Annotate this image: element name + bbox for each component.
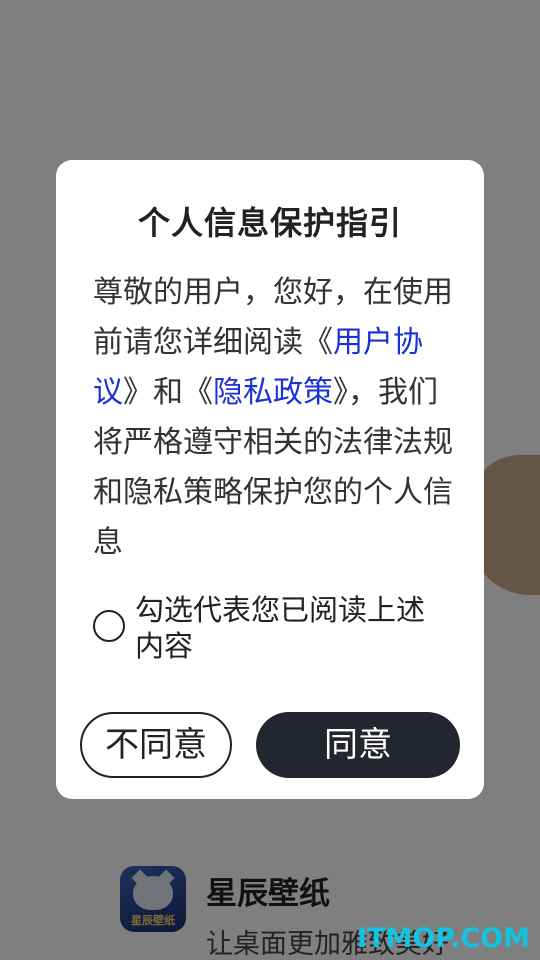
watermark: ITMOP.COM (356, 923, 530, 954)
consent-radio-icon[interactable] (93, 610, 125, 642)
privacy-policy-link[interactable]: 隐私政策 (213, 375, 333, 410)
dialog-body: 尊敬的用户，您好，在使用前请您详细阅读《用户协议》和《隐私政策》，我们将严格遵守… (93, 268, 453, 568)
dialog-title: 个人信息保护指引 (137, 204, 402, 242)
disagree-button[interactable]: 不同意 (80, 712, 232, 778)
body-mid-text: 》和《 (123, 375, 213, 410)
splash-screen: 星辰壁纸 星辰壁纸 让桌面更加雅致美好 个人信息保护指引 尊敬的用户，您好，在使… (0, 0, 540, 960)
consent-checkbox-row[interactable]: 勾选代表您已阅读上述内容 (93, 592, 453, 668)
consent-label: 勾选代表您已阅读上述内容 (135, 593, 426, 663)
agree-button[interactable]: 同意 (256, 712, 460, 778)
